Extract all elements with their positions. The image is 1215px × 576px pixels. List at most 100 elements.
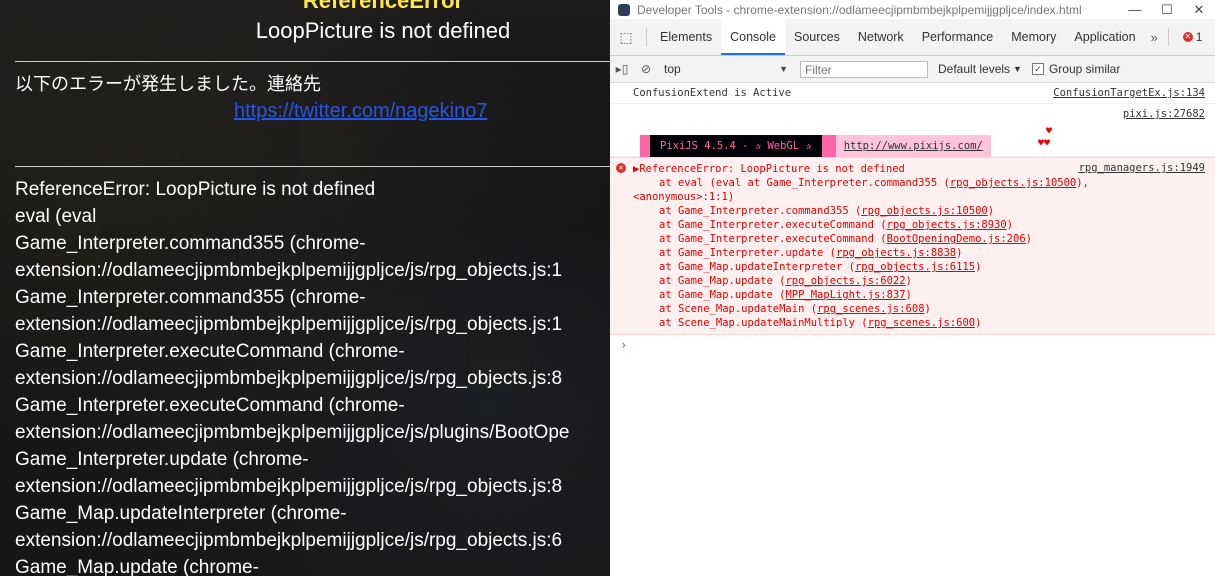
frame-link[interactable]: rpg_objects.js:6115 [855, 261, 975, 273]
frame-close-paren: ) [1006, 219, 1014, 231]
frame-close-paren: ) [905, 289, 912, 301]
stack-line: extension://odlameecjipmbmbejkplpemijjgp… [15, 260, 563, 281]
console-message-pixi: pixi.js:27682 PixiJS 4.5.4 - ✰ WebGL ✰ h… [610, 104, 1215, 157]
frame-link[interactable]: MPP_MapLight.js:837 [785, 289, 905, 301]
console-output: ConfusionExtend is Active ConfusionTarge… [610, 83, 1215, 355]
clear-console-icon[interactable]: ⊘ [634, 62, 658, 76]
banner-stripe [640, 135, 650, 157]
frame-link[interactable]: rpg_scenes.js:608 [817, 303, 924, 315]
pixi-link[interactable]: http://www.pixijs.com/ [835, 135, 991, 157]
frame-link[interactable]: rpg_objects.js:6022 [785, 275, 905, 287]
console-error: ✕ rpg_managers.js:1949 ▶ReferenceError: … [610, 157, 1215, 335]
source-link[interactable]: pixi.js:27682 [1123, 108, 1205, 120]
tab-sources[interactable]: Sources [785, 19, 849, 55]
frame-text: at Game_Map.update ( [659, 289, 786, 301]
stack-line: extension://odlameecjipmbmbejkplpemijjgp… [15, 422, 570, 443]
stack-line: extension://odlameecjipmbmbejkplpemijjgp… [15, 314, 563, 335]
frame-text: at eval (eval at Game_Interpreter.comman… [659, 177, 950, 189]
devtools-window: Developer Tools - chrome-extension://odl… [610, 0, 1215, 576]
contact-text: 以下のエラーが発生しました。連絡先 [15, 74, 321, 95]
source-link[interactable]: rpg_managers.js:1949 [1079, 162, 1205, 174]
frame-close-paren: ) [924, 303, 931, 315]
sidebar-toggle-icon[interactable]: ▸▯ [610, 62, 634, 76]
maximize-icon[interactable]: ☐ [1151, 2, 1183, 18]
frame-link[interactable]: BootOpeningDemo.js:206 [887, 233, 1026, 245]
frame-text: at Game_Interpreter.update ( [659, 247, 837, 259]
tab-network[interactable]: Network [849, 19, 913, 55]
tab-memory[interactable]: Memory [1002, 19, 1065, 55]
frame-text: at Scene_Map.updateMainMultiply ( [659, 317, 868, 329]
error-icon: ✕ [1182, 32, 1193, 42]
error-summary-text: ReferenceError: LoopPicture is not defin… [639, 163, 905, 175]
divider [15, 61, 610, 62]
error-counter[interactable]: ✕ 1 [1182, 30, 1202, 44]
inspect-element-icon[interactable]: ⬚ [610, 29, 642, 46]
stack-line: extension://odlameecjipmbmbejkplpemijjgp… [15, 368, 563, 389]
minimize-icon[interactable]: — [1119, 2, 1151, 17]
tab-elements[interactable]: Elements [651, 19, 721, 55]
tab-performance[interactable]: Performance [913, 19, 1003, 55]
frame-text: at Scene_Map.updateMain ( [659, 303, 818, 315]
stack-frame: at Game_Map.update (rpg_objects.js:6022) [633, 274, 1205, 288]
stack-line: ReferenceError: LoopPicture is not defin… [15, 179, 376, 200]
game-error-screen: ReferenceError LoopPicture is not define… [0, 0, 610, 576]
banner-stripe [821, 135, 836, 157]
stack-frame: <anonymous>:1:1) [633, 191, 735, 203]
frame-close-paren: ) [975, 261, 982, 273]
stack-line: Game_Map.updateInterpreter (chrome- [15, 503, 347, 524]
stack-line: Game_Interpreter.update (chrome- [15, 449, 309, 470]
pixi-banner: PixiJS 4.5.4 - ✰ WebGL ✰ http://www.pixi… [640, 135, 991, 157]
stack-frame: at Game_Map.update (MPP_MapLight.js:837) [633, 288, 1205, 302]
stack-frame: at Game_Interpreter.command355 (rpg_obje… [633, 204, 1205, 218]
group-similar-label: Group similar [1048, 62, 1121, 76]
frame-link[interactable]: rpg_objects.js:10500 [950, 177, 1076, 189]
stack-frame: at Game_Interpreter.executeCommand (rpg_… [633, 218, 1205, 232]
stack-line: Game_Interpreter.executeCommand (chrome- [15, 341, 405, 362]
hearts-decoration: ♥ ♥♥ [1038, 126, 1052, 150]
frame-text: at Game_Map.update ( [659, 275, 786, 287]
filter-input[interactable]: Filter [800, 60, 928, 78]
error-icon: ✕ [616, 163, 626, 173]
stack-frame: at eval (eval at Game_Interpreter.comman… [633, 176, 1205, 190]
log-levels-dropdown[interactable]: Default levels ▼ [938, 62, 1022, 76]
stack-line: Game_Interpreter.command355 (chrome- [15, 233, 366, 254]
more-tabs-icon[interactable]: » [1145, 30, 1164, 45]
separator [1167, 28, 1169, 46]
stack-line: eval (eval [15, 206, 97, 227]
close-icon[interactable]: ✕ [1183, 2, 1215, 18]
checkbox-checked-icon[interactable]: ✓ [1031, 63, 1044, 75]
frame-link[interactable]: rpg_scenes.js:600 [868, 317, 975, 329]
stack-frames: at Game_Interpreter.command355 (rpg_obje… [633, 204, 1205, 330]
window-title: Developer Tools - chrome-extension://odl… [637, 2, 1082, 17]
frame-close-paren: ) [956, 247, 963, 259]
stack-frame: at Game_Interpreter.update (rpg_objects.… [633, 246, 1205, 260]
stack-line: Game_Interpreter.executeCommand (chrome- [15, 395, 405, 416]
tab-console[interactable]: Console [721, 19, 785, 55]
error-title: ReferenceError [302, 0, 464, 13]
tab-application[interactable]: Application [1065, 19, 1144, 55]
stack-line: extension://odlameecjipmbmbejkplpemijjgp… [15, 530, 563, 551]
context-selector[interactable]: top ▼ [658, 62, 792, 76]
stack-line: Game_Map.update (chrome- [15, 557, 259, 576]
error-message: LoopPicture is not defined [255, 18, 511, 43]
context-value: top [664, 62, 681, 76]
frame-text: ), [1076, 177, 1089, 189]
frame-link[interactable]: rpg_objects.js:10500 [861, 205, 987, 217]
frame-text: at Game_Map.updateInterpreter ( [659, 261, 855, 273]
contact-link[interactable]: https://twitter.com/nagekino7 [234, 100, 487, 123]
message-text: ConfusionExtend is Active [633, 87, 792, 99]
group-similar-toggle[interactable]: ✓ Group similar [1031, 62, 1121, 76]
source-link[interactable]: ConfusionTargetEx.js:134 [1053, 87, 1205, 99]
frame-close-paren: ) [975, 317, 982, 329]
stack-frame: at Game_Map.updateInterpreter (rpg_objec… [633, 260, 1205, 274]
frame-close-paren: ) [1025, 233, 1032, 245]
console-message: ConfusionExtend is Active ConfusionTarge… [610, 83, 1215, 104]
frame-text: at Game_Interpreter.command355 ( [659, 205, 862, 217]
stack-line: extension://odlameecjipmbmbejkplpemijjgp… [15, 476, 563, 497]
frame-link[interactable]: rpg_objects.js:8930 [887, 219, 1007, 231]
separator [646, 28, 647, 46]
console-prompt[interactable]: › [610, 335, 1215, 355]
frame-link[interactable]: rpg_objects.js:8838 [836, 247, 956, 259]
stack-line: Game_Interpreter.command355 (chrome- [15, 287, 366, 308]
stack-trace: ReferenceError: LoopPicture is not defin… [15, 176, 610, 576]
